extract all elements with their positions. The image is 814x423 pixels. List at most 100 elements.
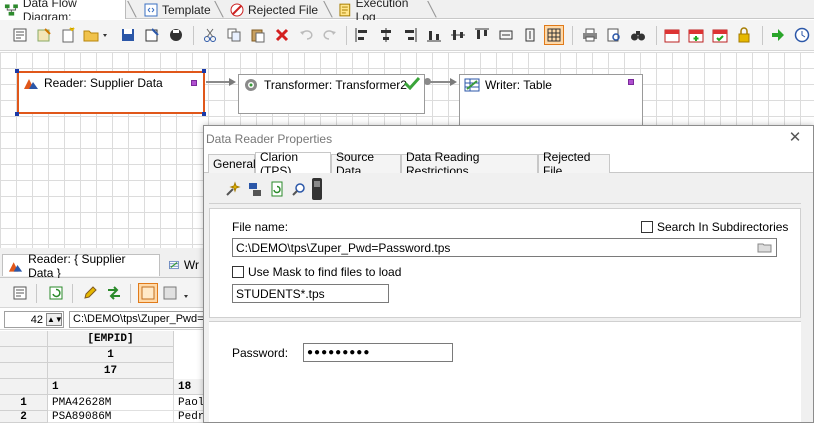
undo-button[interactable]	[296, 25, 316, 45]
save-as-icon	[145, 28, 159, 42]
table-cell[interactable]: PMA42628M	[48, 395, 174, 411]
column-header[interactable]: 1	[48, 379, 174, 395]
options-dropdown[interactable]	[162, 283, 192, 303]
use-mask-checkbox[interactable]	[232, 266, 244, 278]
grid-view-toggle[interactable]	[138, 283, 158, 303]
paste-button[interactable]	[248, 25, 268, 45]
tab-writer[interactable]: Wr	[164, 254, 204, 276]
redo-icon	[323, 30, 336, 40]
browse-folder-icon[interactable]	[757, 241, 773, 254]
writer-input-port[interactable]	[628, 79, 634, 85]
map-fields-button[interactable]	[104, 283, 124, 303]
reader-node[interactable]: Reader: Supplier Data	[17, 71, 205, 114]
toolbar-separator	[36, 284, 37, 303]
table-cell[interactable]: PSA89086M	[48, 411, 174, 423]
align-center-button[interactable]	[376, 25, 396, 45]
search-subdirectories-checkbox[interactable]	[641, 221, 653, 233]
reader-icon	[8, 261, 23, 272]
dialog-body: File name: Search In Subdirectories C:\D…	[204, 173, 813, 422]
close-icon[interactable]: ✕	[787, 130, 803, 146]
align-left-button[interactable]	[352, 25, 372, 45]
copy-button[interactable]	[224, 25, 244, 45]
toolbar-separator	[572, 26, 573, 45]
align-right-button[interactable]	[400, 25, 420, 45]
selection-handle[interactable]	[202, 112, 206, 116]
tab-template[interactable]: Template	[140, 0, 220, 19]
tab-execution-log[interactable]: Execution Log	[334, 0, 434, 24]
edit-button[interactable]	[34, 25, 54, 45]
password-input[interactable]: ●●●●●●●●●	[303, 343, 453, 362]
column-header[interactable]: 18	[174, 379, 204, 395]
diagram-icon	[4, 3, 18, 16]
table-cell[interactable]: Pedr	[174, 411, 204, 423]
selection-handle[interactable]	[15, 69, 19, 73]
properties-button[interactable]	[10, 25, 30, 45]
selection-handle[interactable]	[15, 112, 19, 116]
timer-button[interactable]	[792, 25, 812, 45]
connect-button[interactable]	[245, 179, 265, 199]
new-button[interactable]	[58, 25, 78, 45]
open-button[interactable]	[82, 25, 110, 45]
align-left-icon	[355, 28, 367, 42]
save-button[interactable]	[118, 25, 138, 45]
same-width-button[interactable]	[496, 25, 516, 45]
tab-reader-supplier-data[interactable]: Reader: { Supplier Data }	[2, 252, 160, 280]
redo-button[interactable]	[320, 25, 340, 45]
tab-rejected-file[interactable]: Rejected File	[538, 150, 610, 178]
clock-icon	[794, 27, 810, 43]
print-button[interactable]	[580, 25, 600, 45]
stepper-arrows-icon[interactable]: ▲▼	[46, 313, 63, 326]
transformer-node[interactable]: Transformer: Transformer2	[238, 74, 425, 114]
lock-button[interactable]	[734, 25, 754, 45]
grid-corner	[0, 363, 48, 379]
delete-button[interactable]	[272, 25, 292, 45]
print-preview-button[interactable]	[604, 25, 624, 45]
schedule-add-button[interactable]	[686, 25, 706, 45]
refresh-button[interactable]	[46, 283, 66, 303]
align-top-icon	[475, 28, 489, 39]
search-subdirectories-label: Search In Subdirectories	[657, 220, 789, 234]
save-as-button[interactable]	[142, 25, 162, 45]
lower-properties-button[interactable]	[10, 283, 30, 303]
snap-to-grid-toggle[interactable]	[544, 25, 564, 45]
wizard-button[interactable]	[223, 179, 243, 199]
align-bottom-button[interactable]	[424, 25, 444, 45]
device-button[interactable]	[311, 177, 323, 201]
save-all-button[interactable]	[166, 25, 186, 45]
file-mask-input[interactable]: STUDENTS*.tps	[232, 284, 389, 303]
align-top-button[interactable]	[472, 25, 492, 45]
pencil-icon	[84, 286, 97, 299]
password-panel: Password: ●●●●●●●●●	[209, 321, 801, 422]
schedule-button[interactable]	[662, 25, 682, 45]
tab-clarion-tps[interactable]: Clarion (TPS)	[255, 150, 331, 178]
schedule-check-button[interactable]	[710, 25, 730, 45]
find-button[interactable]	[628, 25, 648, 45]
reload-button[interactable]	[267, 179, 287, 199]
preview-button[interactable]	[289, 179, 309, 199]
reader-output-port[interactable]	[191, 80, 197, 86]
tab-general[interactable]: General	[208, 154, 256, 173]
selection-handle[interactable]	[202, 69, 206, 73]
tab-data-flow-diagram[interactable]: Data Flow Diagram:	[0, 0, 126, 24]
table-cell[interactable]: Paol	[174, 395, 204, 411]
row-number[interactable]: 2	[0, 411, 48, 423]
row-number[interactable]: 1	[0, 395, 48, 411]
cut-button[interactable]	[200, 25, 220, 45]
undo-icon	[300, 30, 313, 40]
tab-rejected-file[interactable]: Rejected File	[226, 0, 326, 19]
run-button[interactable]	[768, 25, 788, 45]
tab-source-data[interactable]: Source Data	[331, 150, 401, 178]
toolbar-separator	[656, 26, 657, 45]
record-number-stepper[interactable]: 42 ▲▼	[4, 311, 64, 328]
tab-data-reading-restrictions[interactable]: Data Reading Restrictions	[401, 150, 538, 178]
grid-icon	[547, 28, 561, 42]
run-arrow-icon	[772, 29, 784, 41]
file-name-input[interactable]: C:\DEMO\tps\Zuper_Pwd=Password.tps	[232, 238, 777, 257]
same-height-button[interactable]	[520, 25, 540, 45]
edit-mapping-button[interactable]	[80, 283, 100, 303]
source-path-field[interactable]: C:\DEMO\tps\Zuper_Pwd=	[69, 311, 209, 328]
tab-label: Template	[162, 2, 211, 17]
align-middle-button[interactable]	[448, 25, 468, 45]
dialog-title-bar[interactable]: Data Reader Properties ✕	[204, 126, 813, 152]
folder-open-icon	[83, 30, 107, 42]
